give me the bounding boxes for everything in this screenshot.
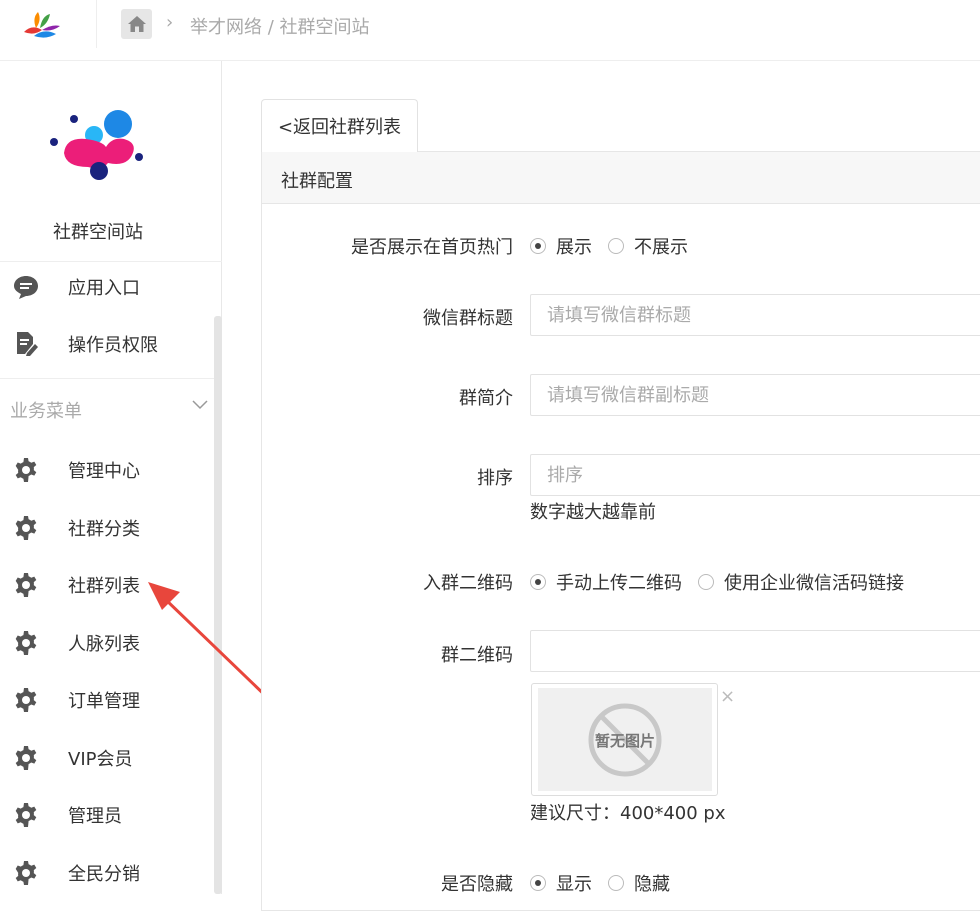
no-image-placeholder: 暂无图片 [538,688,712,791]
gear-icon [12,456,40,484]
radio-label[interactable]: 显示 [556,870,592,896]
radio-label[interactable]: 不展示 [634,233,688,259]
brand-logo [50,110,143,180]
sidebar-item-label: 订单管理 [68,691,140,712]
wechat-title-input[interactable] [530,294,980,336]
radio-label[interactable]: 展示 [556,233,592,259]
sidebar-item-label: 管理中心 [68,461,140,482]
sidebar-item-app-entry[interactable]: 应用入口 [0,263,210,311]
panel-header: 社群配置 [262,152,980,204]
wechat-title-label: 微信群标题 [423,308,513,329]
back-to-list-tab[interactable]: <返回社群列表 [261,99,418,152]
radio-hidden[interactable] [608,875,624,891]
divider [0,261,222,262]
no-image-text: 暂无图片 [595,732,655,750]
sidebar-item-label: 社群列表 [68,576,140,597]
sort-label: 排序 [477,468,513,489]
header-divider [96,0,97,48]
breadcrumb-separator: › [166,12,174,33]
gear-icon [12,629,40,657]
radio-manual-upload[interactable] [530,574,546,590]
sidebar-item-administrators[interactable]: 管理员 [0,791,210,839]
hidden-label: 是否隐藏 [441,874,513,895]
hidden-radio-group: 显示 隐藏 [530,870,686,896]
config-panel: 社群配置 [261,151,980,911]
sidebar-item-referral-program[interactable]: 全民分销 [0,849,210,897]
sidebar-item-label: 社群分类 [68,519,140,540]
home-icon [127,16,146,32]
sidebar-item-label: VIP会员 [68,749,133,770]
radio-hide[interactable] [608,238,624,254]
sidebar-item-label: 人脉列表 [68,634,140,655]
breadcrumb[interactable]: 举才网络 / 社群空间站 [190,13,370,39]
gear-icon [12,801,40,829]
no-image-icon: 暂无图片 [588,703,662,776]
sidebar-item-management-center[interactable]: 管理中心 [0,446,210,494]
qr-mode-radio-group: 手动上传二维码 使用企业微信活码链接 [530,569,920,595]
document-edit-icon [12,330,40,358]
qr-code-label: 群二维码 [441,645,513,666]
chat-bubble-icon [12,273,40,301]
sidebar-item-label: 管理员 [68,806,122,827]
close-icon[interactable]: × [720,686,735,707]
qr-image-preview[interactable]: 暂无图片 [531,683,718,796]
chevron-down-icon[interactable] [190,395,210,415]
radio-label[interactable]: 手动上传二维码 [556,569,682,595]
sidebar-item-operator-permissions[interactable]: 操作员权限 [0,320,210,368]
radio-show[interactable] [530,238,546,254]
sort-hint: 数字越大越靠前 [530,502,656,523]
radio-enterprise-link[interactable] [698,574,714,590]
sidebar-item-group-category[interactable]: 社群分类 [0,504,210,552]
show-on-home-radio-group: 展示 不展示 [530,233,704,259]
gear-icon [12,859,40,887]
panel-title: 社群配置 [281,171,353,192]
intro-label: 群简介 [459,388,513,409]
gear-icon [12,744,40,772]
brand-name: 社群空间站 [53,222,143,243]
top-bar: › 举才网络 / 社群空间站 [0,0,980,61]
intro-input[interactable] [530,374,980,416]
sidebar-item-vip-members[interactable]: VIP会员 [0,734,210,782]
sidebar-item-label: 操作员权限 [68,335,158,356]
divider [0,378,222,379]
sort-input[interactable] [530,454,980,496]
radio-visible[interactable] [530,875,546,891]
sidebar-item-label: 应用入口 [68,278,140,299]
sidebar: 社群空间站 应用入口 操作员权限 业务菜单 管理中心社群分类社群列表人脉列表订单… [0,61,222,894]
gear-icon [12,686,40,714]
app-logo[interactable] [20,10,62,42]
home-button[interactable] [121,9,152,39]
sidebar-item-label: 全民分销 [68,864,140,885]
qr-code-input[interactable] [530,630,980,672]
radio-label[interactable]: 使用企业微信活码链接 [724,569,904,595]
sidebar-section-title[interactable]: 业务菜单 [10,397,82,423]
qr-size-hint: 建议尺寸：400*400 px [530,803,726,824]
show-on-home-label: 是否展示在首页热门 [351,237,513,258]
gear-icon [12,514,40,542]
gear-icon [12,571,40,599]
qr-mode-label: 入群二维码 [423,573,513,594]
radio-label[interactable]: 隐藏 [634,870,670,896]
